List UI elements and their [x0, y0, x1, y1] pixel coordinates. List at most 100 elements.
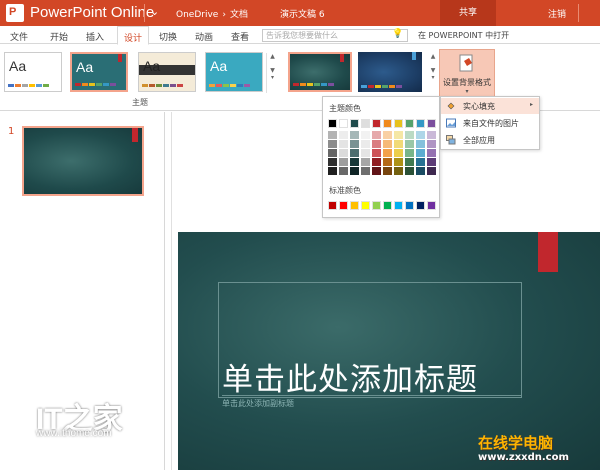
theme-color-swatch[interactable]: [394, 119, 403, 128]
standard-color-swatch[interactable]: [328, 201, 337, 210]
theme-color-shade-swatch[interactable]: [328, 131, 337, 139]
theme-color-shade-swatch[interactable]: [394, 131, 403, 139]
variant-blue[interactable]: [358, 52, 422, 92]
theme-color-swatch[interactable]: [372, 119, 381, 128]
variant-teal[interactable]: [288, 52, 352, 92]
theme-color-shade-swatch[interactable]: [405, 167, 414, 175]
theme-cyan[interactable]: Aa: [205, 52, 263, 92]
theme-color-shade-swatch[interactable]: [350, 167, 359, 175]
theme-color-shade-swatch[interactable]: [361, 158, 370, 166]
theme-color-swatch[interactable]: [405, 119, 414, 128]
chevron-down-icon[interactable]: ⌄: [150, 5, 159, 18]
theme-color-swatch[interactable]: [339, 119, 348, 128]
theme-color-shade-swatch[interactable]: [350, 131, 359, 139]
theme-color-shade-swatch[interactable]: [350, 140, 359, 148]
theme-color-shade-swatch[interactable]: [405, 158, 414, 166]
theme-color-shade-swatch[interactable]: [328, 149, 337, 157]
variants-scroll[interactable]: ▲ ▼ ▾: [428, 53, 438, 93]
theme-color-shade-swatch[interactable]: [394, 167, 403, 175]
standard-color-swatch[interactable]: [394, 201, 403, 210]
theme-color-shade-swatch[interactable]: [416, 149, 425, 157]
menu-item-picture-from-file[interactable]: 来自文件的图片: [441, 115, 539, 131]
theme-color-shade-swatch[interactable]: [372, 158, 381, 166]
theme-color-shade-swatch[interactable]: [328, 158, 337, 166]
tab-design[interactable]: 设计: [117, 26, 150, 45]
theme-teal[interactable]: Aa: [70, 52, 128, 92]
theme-color-shade-swatch[interactable]: [416, 167, 425, 175]
theme-color-shade-swatch[interactable]: [405, 131, 414, 139]
theme-color-shade-swatch[interactable]: [416, 131, 425, 139]
theme-color-shade-swatch[interactable]: [372, 131, 381, 139]
breadcrumb-onedrive[interactable]: OneDrive: [176, 10, 218, 20]
open-in-powerpoint-button[interactable]: 在 POWERPOINT 中打开: [418, 30, 509, 41]
tab-home[interactable]: 开始: [50, 30, 68, 43]
theme-color-shade-swatch[interactable]: [383, 167, 392, 175]
theme-color-shade-swatch[interactable]: [339, 131, 348, 139]
slide-subtitle-placeholder[interactable]: 单击此处添加副标题: [222, 398, 294, 409]
standard-color-swatch[interactable]: [416, 201, 425, 210]
theme-color-shade-swatch[interactable]: [372, 149, 381, 157]
standard-color-swatch[interactable]: [405, 201, 414, 210]
theme-color-shade-swatch[interactable]: [394, 149, 403, 157]
theme-color-shade-swatch[interactable]: [372, 140, 381, 148]
theme-color-shade-swatch[interactable]: [339, 149, 348, 157]
theme-color-shade-swatch[interactable]: [328, 140, 337, 148]
theme-color-shade-swatch[interactable]: [328, 167, 337, 175]
theme-color-shade-swatch[interactable]: [350, 158, 359, 166]
standard-color-swatch[interactable]: [350, 201, 359, 210]
themes-scroll[interactable]: ▲ ▼ ▾: [266, 53, 278, 93]
theme-color-shade-swatch[interactable]: [361, 167, 370, 175]
breadcrumb-documents[interactable]: 文档: [230, 10, 248, 20]
share-button[interactable]: 共享: [440, 0, 496, 26]
theme-color-shade-swatch[interactable]: [427, 149, 436, 157]
theme-color-shade-swatch[interactable]: [394, 140, 403, 148]
tab-file[interactable]: 文件: [10, 30, 28, 43]
theme-color-swatch[interactable]: [383, 119, 392, 128]
theme-office[interactable]: Aa: [4, 52, 62, 92]
tell-me-input[interactable]: 告诉我您想要做什么: [262, 29, 408, 42]
signout-link[interactable]: 注销: [548, 7, 566, 20]
standard-color-swatch[interactable]: [372, 201, 381, 210]
slide-thumbnail[interactable]: [22, 126, 144, 196]
theme-color-shade-swatch[interactable]: [350, 149, 359, 157]
standard-color-swatch[interactable]: [339, 201, 348, 210]
menu-item-solid-fill[interactable]: 实心填充 ▸: [441, 98, 539, 114]
theme-color-shade-swatch[interactable]: [383, 158, 392, 166]
document-name[interactable]: 演示文稿 6: [280, 7, 325, 20]
theme-color-shade-swatch[interactable]: [339, 140, 348, 148]
theme-color-shade-swatch[interactable]: [361, 149, 370, 157]
theme-color-shade-swatch[interactable]: [416, 158, 425, 166]
theme-color-shade-swatch[interactable]: [427, 167, 436, 175]
theme-color-swatch[interactable]: [361, 119, 370, 128]
theme-color-shade-swatch[interactable]: [383, 140, 392, 148]
theme-color-shade-swatch[interactable]: [416, 140, 425, 148]
theme-color-shade-swatch[interactable]: [427, 140, 436, 148]
standard-color-swatch[interactable]: [427, 201, 436, 210]
theme-color-shade-swatch[interactable]: [394, 158, 403, 166]
theme-color-swatch[interactable]: [427, 119, 436, 128]
theme-color-shade-swatch[interactable]: [361, 131, 370, 139]
standard-color-swatch[interactable]: [361, 201, 370, 210]
theme-color-shade-swatch[interactable]: [405, 140, 414, 148]
theme-color-shade-swatch[interactable]: [427, 131, 436, 139]
theme-color-shade-swatch[interactable]: [372, 167, 381, 175]
theme-color-shade-swatch[interactable]: [339, 158, 348, 166]
theme-color-swatch[interactable]: [350, 119, 359, 128]
theme-tan[interactable]: Aa: [138, 52, 196, 92]
format-background-button[interactable]: 设置背景格式 ▾: [439, 49, 495, 101]
theme-color-shade-swatch[interactable]: [383, 149, 392, 157]
standard-color-swatch[interactable]: [383, 201, 392, 210]
tab-animations[interactable]: 动画: [195, 30, 213, 43]
theme-color-shade-swatch[interactable]: [405, 149, 414, 157]
theme-color-shade-swatch[interactable]: [383, 131, 392, 139]
slide-title-placeholder[interactable]: 单击此处添加标题: [222, 354, 478, 399]
theme-color-swatch[interactable]: [328, 119, 337, 128]
theme-color-shade-swatch[interactable]: [361, 140, 370, 148]
tab-view[interactable]: 查看: [231, 30, 249, 43]
theme-color-shade-swatch[interactable]: [339, 167, 348, 175]
menu-item-apply-all[interactable]: 全部应用: [441, 132, 539, 148]
theme-color-swatch[interactable]: [416, 119, 425, 128]
tab-insert[interactable]: 插入: [86, 30, 104, 43]
theme-color-shade-swatch[interactable]: [427, 158, 436, 166]
tab-transitions[interactable]: 切换: [159, 30, 177, 43]
